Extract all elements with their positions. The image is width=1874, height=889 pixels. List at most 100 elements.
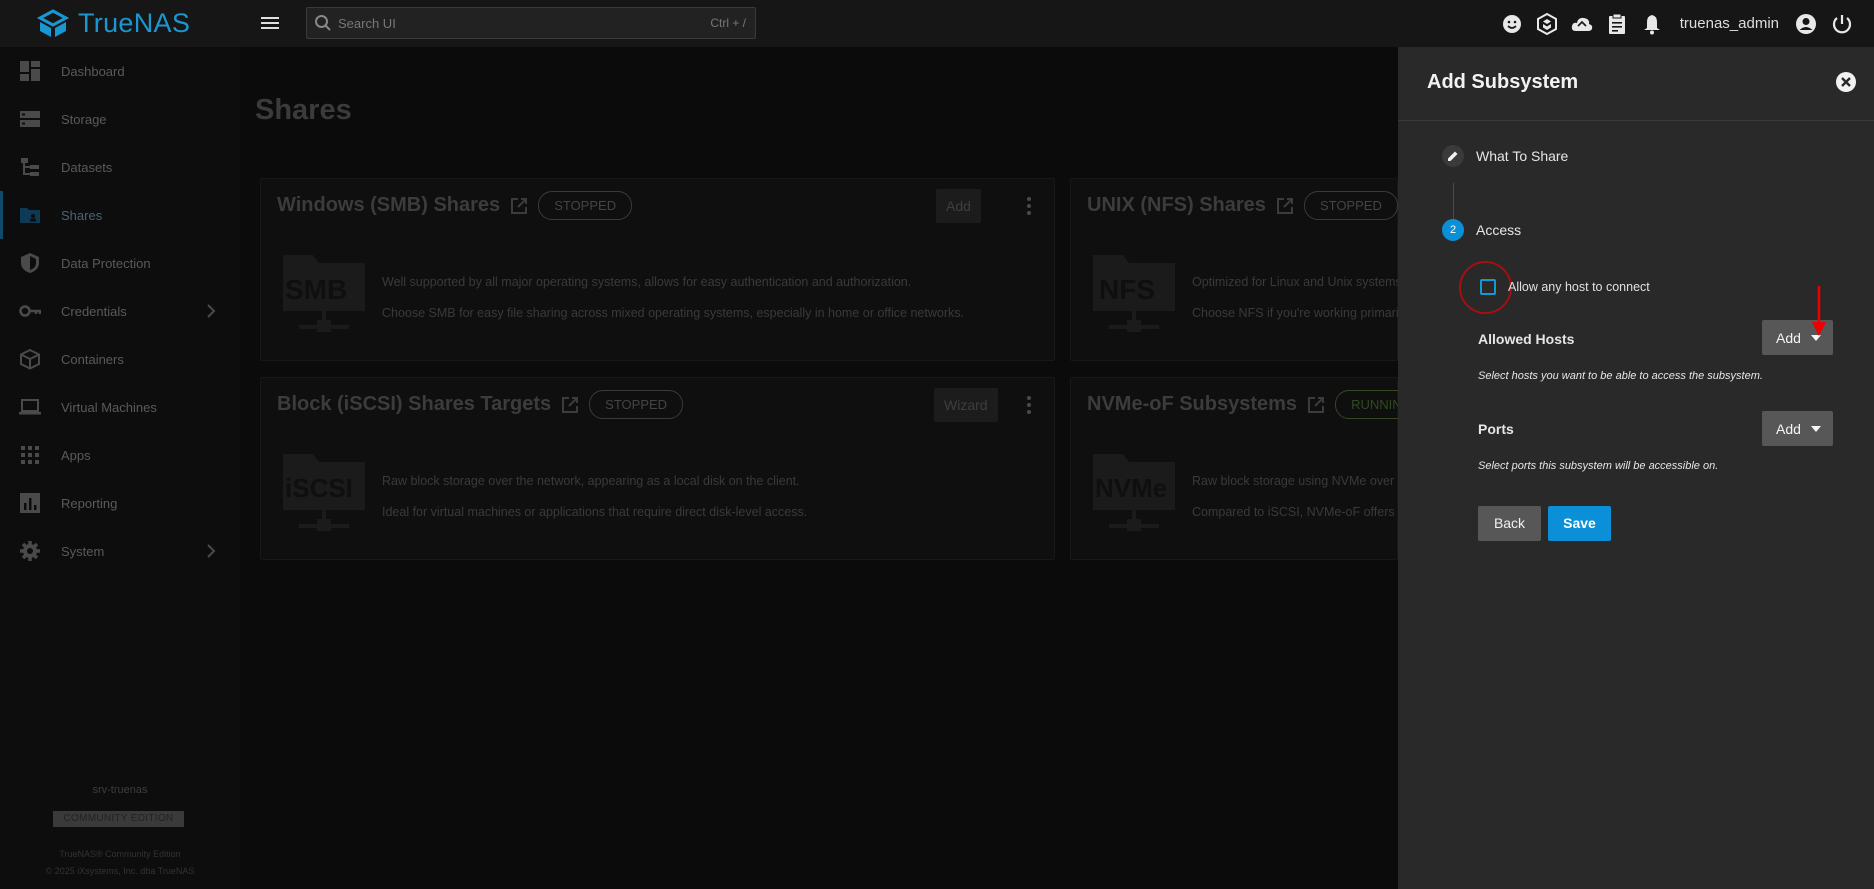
open-external-icon[interactable] [561,396,579,414]
allow-any-host-label[interactable]: Allow any host to connect [1508,280,1650,294]
sidebar-item-label: Storage [61,111,107,127]
bar-chart-icon [20,493,40,513]
card-description: Choose NFS if you're working primaril [1192,306,1402,320]
sidebar-item-label: Dashboard [61,63,125,79]
account-circle-icon[interactable] [1794,12,1818,36]
shares-folder-icon [20,208,40,223]
sidebar-item-storage[interactable]: Storage [0,95,240,143]
card-description: Choose SMB for easy file sharing across … [382,306,964,320]
feedback-icon[interactable] [1500,12,1524,36]
nvme-subsystems-card: NVMe-oF Subsystems RUNNIN NVMe Raw block… [1070,377,1418,560]
chevron-right-icon [207,544,216,558]
iscsi-shares-card: Block (iSCSI) Shares Targets STOPPED Wiz… [260,377,1055,560]
drawer-title: Add Subsystem [1427,71,1579,93]
jobs-clipboard-icon[interactable] [1605,12,1629,36]
card-title: NVMe-oF Subsystems RUNNIN [1087,390,1418,419]
key-icon [19,305,41,317]
search-shortcut-hint: Ctrl + / [710,16,746,30]
open-external-icon[interactable] [1276,197,1294,215]
sidebar-item-system[interactable]: System [0,527,240,575]
sidebar-item-datasets[interactable]: Datasets [0,143,240,191]
iscsi-wizard-button[interactable]: Wizard [934,388,998,422]
sidebar-item-credentials[interactable]: Credentials [0,287,240,335]
edit-pencil-icon [1448,151,1458,161]
caret-down-icon [1811,426,1821,432]
update-cloud-icon[interactable] [1570,12,1594,36]
search-input[interactable] [338,15,698,31]
sidebar-item-containers[interactable]: Containers [0,335,240,383]
add-smb-share-button[interactable]: Add [936,189,981,223]
nfs-shares-card: UNIX (NFS) Shares STOPPED NFS Optimized … [1070,178,1402,361]
card-logo-text: iSCSI [285,473,353,503]
open-external-icon[interactable] [1307,396,1325,414]
close-icon[interactable] [1835,71,1857,93]
step-2-badge[interactable]: 2 [1442,219,1464,241]
card-logo-text: NFS [1099,274,1155,305]
card-description: Ideal for virtual machines or applicatio… [382,505,808,519]
card-logo-text: NVMe [1095,473,1168,503]
sidebar-item-shares[interactable]: Shares [0,191,240,239]
page-title: Shares [255,94,352,126]
smb-shares-card: Windows (SMB) Shares STOPPED Add SMB Wel… [260,178,1055,361]
truenas-logo[interactable]: TrueNAS [36,8,190,39]
sidebar-item-label: Credentials [61,303,127,319]
search-icon [314,14,332,32]
sidebar-item-apps[interactable]: Apps [0,431,240,479]
power-icon[interactable] [1830,12,1854,36]
menu-toggle-icon[interactable] [258,13,282,33]
open-external-icon[interactable] [510,197,528,215]
top-bar: TrueNAS Ctrl + / truenas_admin [0,0,1874,47]
allowed-hosts-help: Select hosts you want to be able to acce… [1478,370,1763,382]
truecommand-icon[interactable] [1535,12,1559,36]
status-badge: STOPPED [589,390,684,419]
storage-icon [20,111,40,127]
card-description: Optimized for Linux and Unix systems [1192,275,1402,289]
sidebar: Dashboard Storage Datasets Shares Data P… [0,47,240,889]
cube-icon [20,348,40,370]
app-name: TrueNAS [78,8,191,38]
card-description: Raw block storage over the network, appe… [382,474,800,488]
apps-grid-icon [21,446,39,464]
gear-icon [20,541,40,561]
laptop-icon [19,399,41,415]
card-title: Windows (SMB) Shares STOPPED [277,191,633,220]
notifications-bell-icon[interactable] [1640,12,1664,36]
copyright-line: © 2025 iXsystems, Inc. dba TrueNAS [45,866,195,876]
search-box[interactable]: Ctrl + / [306,7,756,39]
save-button[interactable]: Save [1548,506,1611,541]
step-2-label[interactable]: Access [1476,222,1521,238]
sidebar-item-label: Containers [61,351,124,367]
add-port-button[interactable]: Add [1762,411,1833,446]
sidebar-item-label: Data Protection [61,255,151,271]
annotation-arrow-icon [1812,286,1826,336]
back-button[interactable]: Back [1478,506,1541,541]
status-badge: STOPPED [538,191,633,220]
card-description: Raw block storage using NVMe over F [1192,474,1406,488]
status-badge: STOPPED [1303,191,1398,220]
datasets-icon [21,158,39,176]
sidebar-item-data-protection[interactable]: Data Protection [0,239,240,287]
step-1-badge[interactable] [1442,145,1464,167]
drawer-header: Add Subsystem [1398,47,1874,121]
card-description: Well supported by all major operating sy… [382,275,912,289]
step-1-label[interactable]: What To Share [1476,148,1568,164]
card-logo-text: SMB [285,274,348,305]
allowed-hosts-label: Allowed Hosts [1478,331,1575,347]
sidebar-item-label: Apps [61,447,91,463]
sidebar-item-virtual-machines[interactable]: Virtual Machines [0,383,240,431]
sidebar-item-reporting[interactable]: Reporting [0,479,240,527]
more-options-icon[interactable] [1019,193,1039,219]
card-title: Block (iSCSI) Shares Targets STOPPED [277,390,684,419]
edition-badge: COMMUNITY EDITION [53,811,184,827]
sidebar-item-dashboard[interactable]: Dashboard [0,47,240,95]
card-title: UNIX (NFS) Shares STOPPED [1087,191,1398,220]
chevron-right-icon [207,304,216,318]
username-label[interactable]: truenas_admin [1680,15,1779,32]
ports-help: Select ports this subsystem will be acce… [1478,460,1719,472]
step-connector [1453,183,1454,221]
more-options-icon[interactable] [1019,392,1039,418]
sidebar-item-label: Datasets [61,159,113,175]
sidebar-item-label: System [61,543,105,559]
dashboard-icon [20,61,40,81]
allow-any-host-checkbox[interactable] [1480,279,1496,295]
